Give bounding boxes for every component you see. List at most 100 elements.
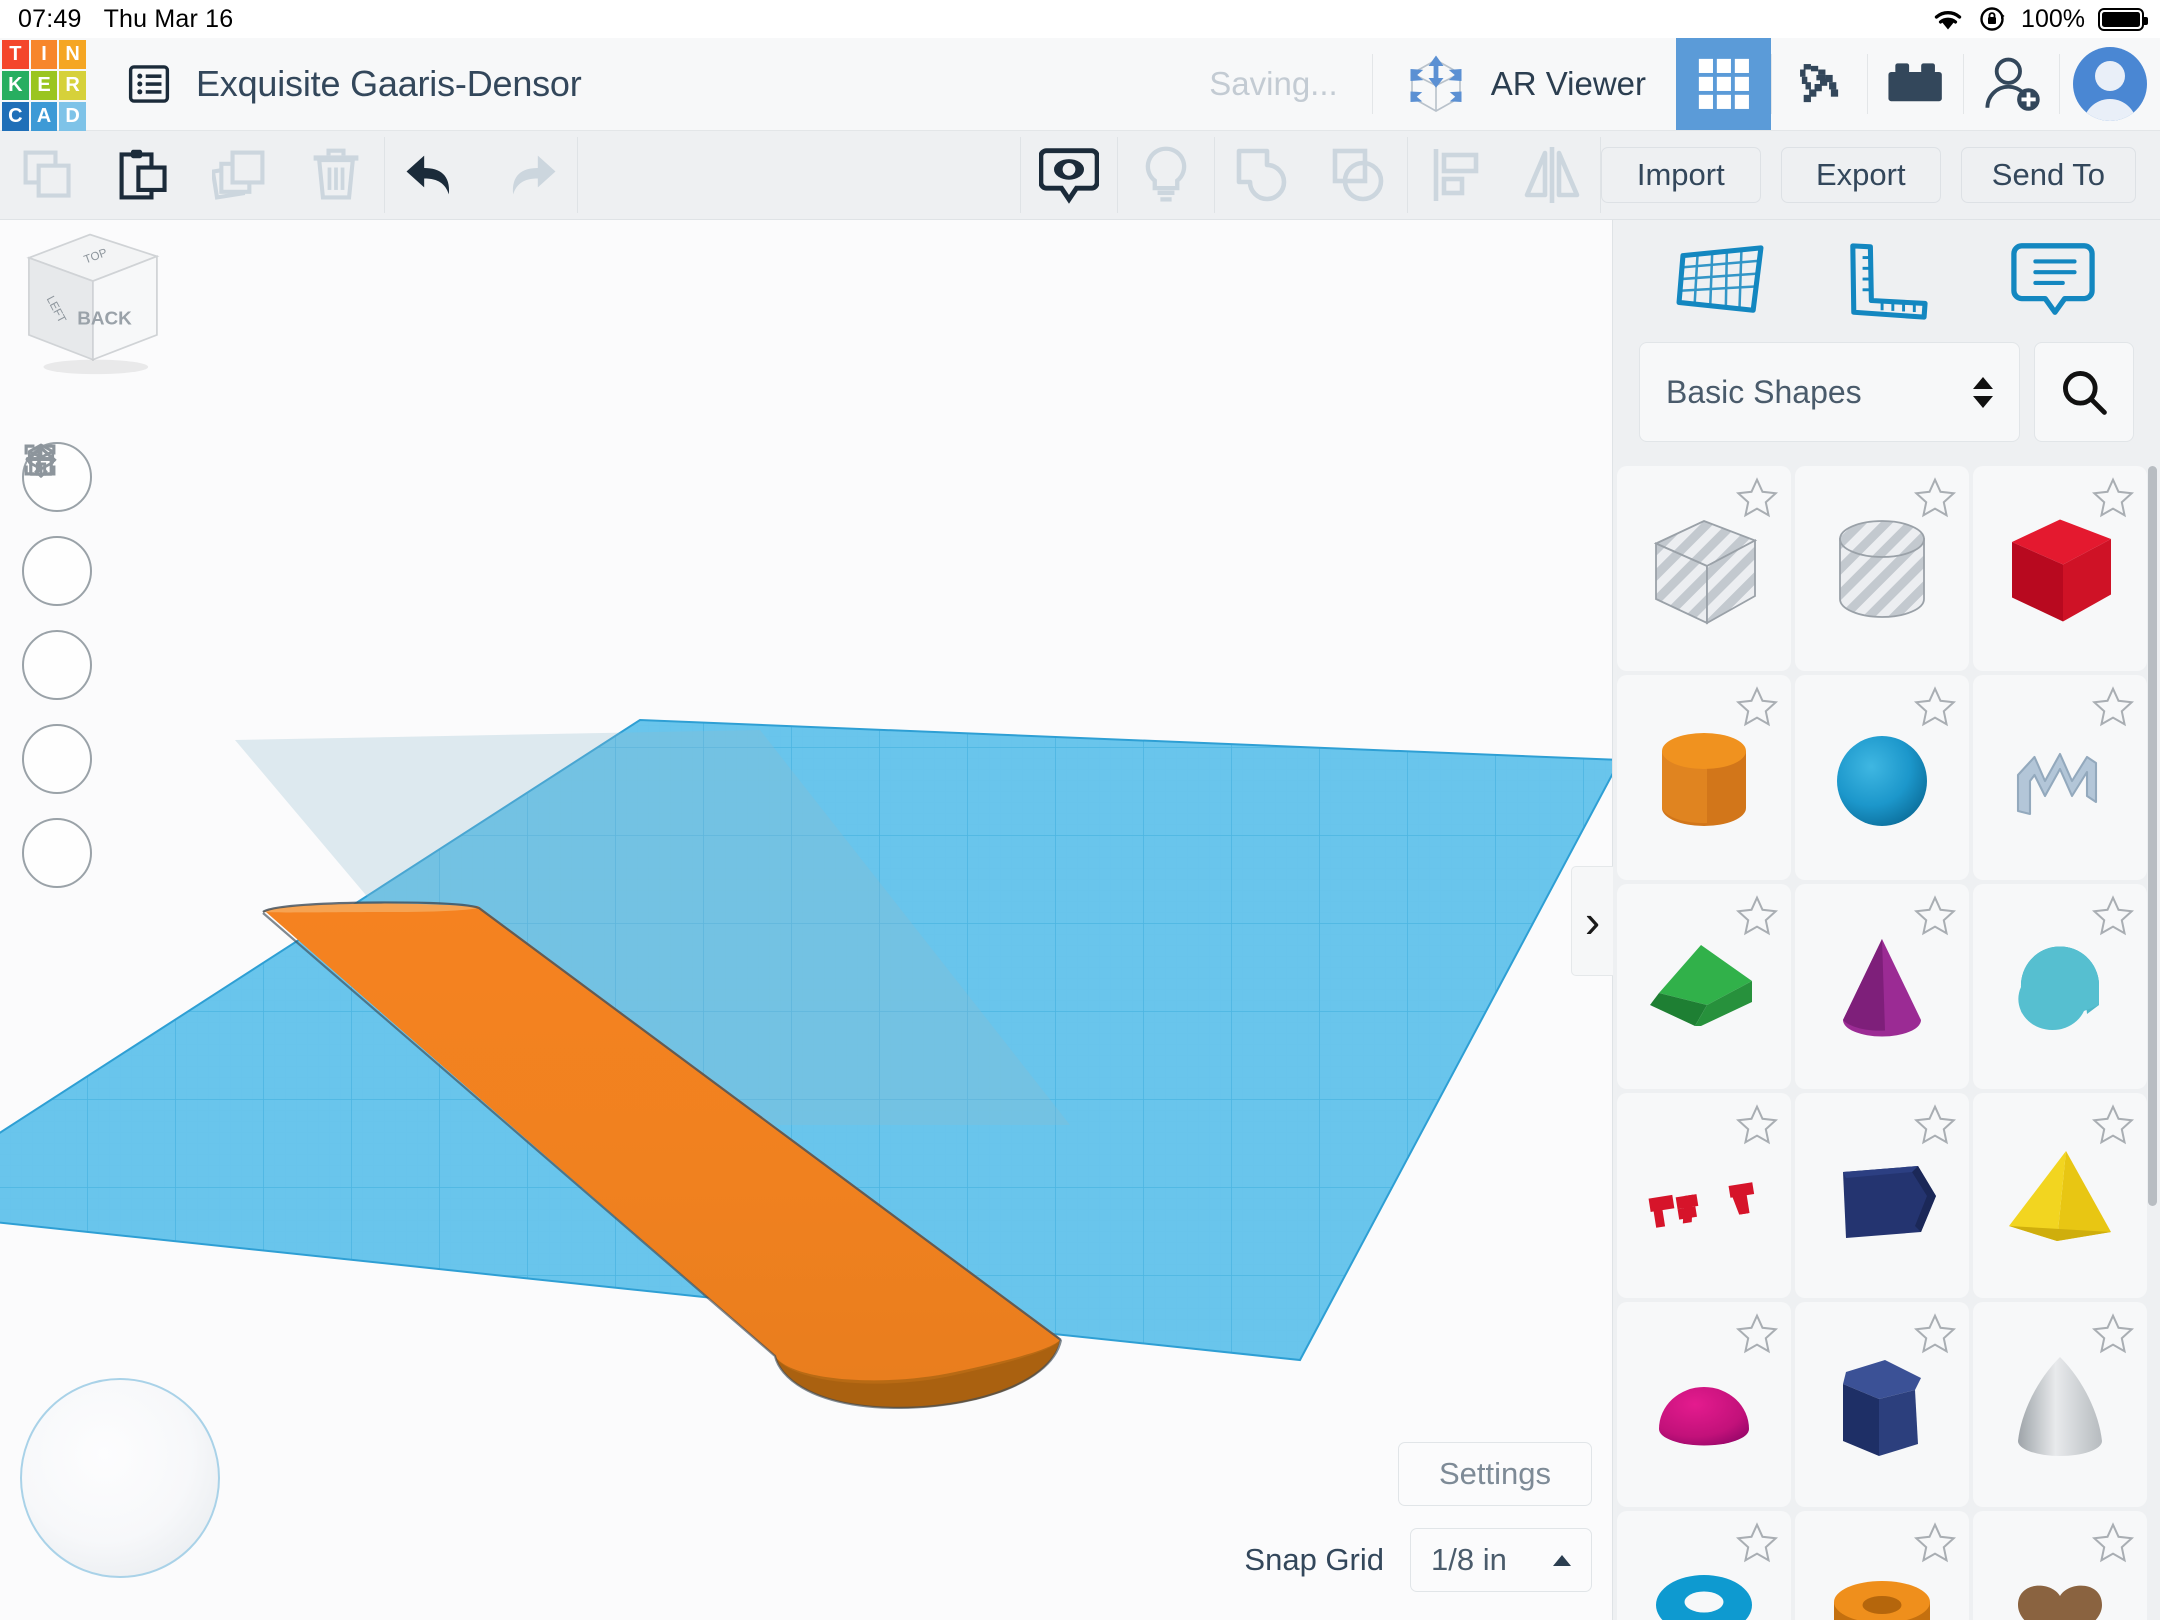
duplicate-icon: [212, 150, 265, 200]
rotation-lock-icon: [1980, 7, 2005, 31]
toolbar-actions: Import Export Send To: [1600, 131, 2160, 219]
favorite-star-icon[interactable]: [2091, 894, 2135, 938]
mirror-button[interactable]: [1504, 131, 1600, 220]
status-left: 07:49 Thu Mar 16: [0, 5, 233, 34]
copy-button[interactable]: [0, 131, 96, 220]
add-person-button[interactable]: [1964, 38, 2059, 130]
shape-cell-text[interactable]: [1617, 1093, 1791, 1298]
favorite-star-icon[interactable]: [1913, 476, 1957, 520]
minecraft-pickaxe-button[interactable]: [1772, 38, 1867, 130]
favorite-star-icon[interactable]: [2091, 1521, 2135, 1565]
shape-cell-tube[interactable]: [1795, 1511, 1969, 1620]
group-button[interactable]: [1215, 131, 1311, 220]
mirror-flip-icon: [1524, 147, 1580, 203]
clipboard-tools: [0, 131, 384, 219]
favorite-star-icon[interactable]: [2091, 1103, 2135, 1147]
shape-cell-wedge-roof[interactable]: [1617, 884, 1791, 1089]
panel-collapse-button[interactable]: ›: [1571, 866, 1613, 976]
export-button[interactable]: Export: [1780, 147, 1941, 203]
paste-button[interactable]: [96, 131, 192, 220]
shape-cell-hex-prism[interactable]: [1795, 1302, 1969, 1507]
send-to-button[interactable]: Send To: [1960, 147, 2136, 203]
favorite-star-icon[interactable]: [2091, 1312, 2135, 1356]
shape-cell-cone[interactable]: [1795, 884, 1969, 1089]
avatar: [2073, 47, 2147, 121]
undo-button[interactable]: [385, 131, 481, 220]
favorite-star-icon[interactable]: [1913, 894, 1957, 938]
delete-button[interactable]: [288, 131, 384, 220]
group-tools: [1215, 131, 1407, 219]
shape-cell-heart[interactable]: [1973, 1511, 2147, 1620]
favorite-star-icon[interactable]: [1735, 1103, 1779, 1147]
ruler-tab[interactable]: [1831, 235, 1941, 327]
import-button[interactable]: Import: [1600, 147, 1761, 203]
shape-category-select[interactable]: Basic Shapes: [1639, 342, 2020, 442]
view-orbit-orb[interactable]: [20, 1378, 220, 1578]
view-cube-front-label: BACK: [77, 309, 132, 330]
logo-tile-a: A: [30, 102, 58, 131]
favorite-star-icon[interactable]: [1735, 1312, 1779, 1356]
favorite-star-icon[interactable]: [1735, 685, 1779, 729]
shape-cell-half-sphere[interactable]: [1617, 1302, 1791, 1507]
shape-cell-torus[interactable]: [1617, 1511, 1791, 1620]
logo-tile-r: R: [59, 71, 86, 100]
settings-button[interactable]: Settings: [1397, 1442, 1592, 1506]
logo-tile-t: T: [2, 40, 29, 69]
snap-grid-select[interactable]: 1/8 in: [1410, 1528, 1592, 1592]
ar-cube-icon: [1410, 55, 1462, 112]
shape-cell-polygon-slab[interactable]: [1795, 1093, 1969, 1298]
group-icon: [1236, 148, 1287, 202]
fit-to-view-button[interactable]: [22, 444, 92, 606]
shape-cell-paraboloid[interactable]: [1973, 1302, 2147, 1507]
shape-cell-cylinder-hole[interactable]: [1795, 466, 1969, 671]
shape-cell-sphere[interactable]: [1795, 675, 1969, 880]
duplicate-button[interactable]: [192, 131, 288, 220]
shape-cell-box[interactable]: [1973, 466, 2147, 671]
undo-icon: [406, 155, 450, 195]
favorite-star-icon[interactable]: [1735, 476, 1779, 520]
3d-canvas[interactable]: LEFT TOP BACK Settings Snap Grid 1/8 in: [0, 220, 1612, 1620]
workplane-tab[interactable]: [1665, 235, 1775, 327]
redo-button[interactable]: [481, 131, 577, 220]
tinkercad-logo[interactable]: T I N K E R C A D: [0, 38, 88, 131]
shape-cell-pyramid[interactable]: [1973, 1093, 2147, 1298]
blocks-grid-button[interactable]: [1676, 38, 1771, 130]
favorite-star-icon[interactable]: [1913, 1521, 1957, 1565]
favorite-star-icon[interactable]: [1735, 894, 1779, 938]
snap-grid-label: Snap Grid: [1244, 1542, 1384, 1577]
favorite-star-icon[interactable]: [2091, 685, 2135, 729]
shape-cell-cylinder[interactable]: [1617, 675, 1791, 880]
align-tools: [1408, 131, 1600, 219]
hide-show-eye-icon: [1038, 148, 1099, 204]
favorite-star-icon[interactable]: [1735, 1521, 1779, 1565]
ar-viewer-button[interactable]: AR Viewer: [1373, 38, 1676, 130]
ungroup-button[interactable]: [1311, 131, 1407, 220]
panel-scrollbar[interactable]: [2148, 466, 2157, 1206]
shape-cell-box-hole[interactable]: [1617, 466, 1791, 671]
search-button[interactable]: [2034, 342, 2134, 442]
favorite-star-icon[interactable]: [1913, 685, 1957, 729]
avatar-button[interactable]: [2060, 38, 2160, 130]
list-menu-icon[interactable]: [128, 63, 170, 105]
lego-brick-button[interactable]: [1868, 38, 1963, 130]
favorite-star-icon[interactable]: [1913, 1312, 1957, 1356]
zoom-out-button[interactable]: [22, 457, 92, 794]
shape-grid-wrapper[interactable]: [1613, 466, 2160, 1620]
logo-tile-e: E: [30, 71, 58, 100]
align-button[interactable]: [1408, 131, 1504, 220]
lightbulb-button[interactable]: [1118, 131, 1214, 220]
view-cube[interactable]: LEFT TOP BACK: [0, 220, 180, 380]
notes-tab[interactable]: [1998, 235, 2108, 327]
favorite-star-icon[interactable]: [2091, 476, 2135, 520]
view-tools: [1021, 131, 1117, 219]
paste-icon: [119, 149, 167, 200]
zoom-in-button[interactable]: [22, 445, 92, 700]
ortho-perspective-button[interactable]: [22, 443, 92, 888]
hide-show-button[interactable]: [1021, 131, 1117, 220]
page-title[interactable]: Exquisite Gaaris-Densor: [196, 63, 582, 105]
shape-cell-round-roof[interactable]: [1973, 884, 2147, 1089]
hint-tools: [1118, 131, 1214, 219]
blocks-grid-icon: [1698, 58, 1749, 109]
shape-cell-scribble[interactable]: [1973, 675, 2147, 880]
favorite-star-icon[interactable]: [1913, 1103, 1957, 1147]
